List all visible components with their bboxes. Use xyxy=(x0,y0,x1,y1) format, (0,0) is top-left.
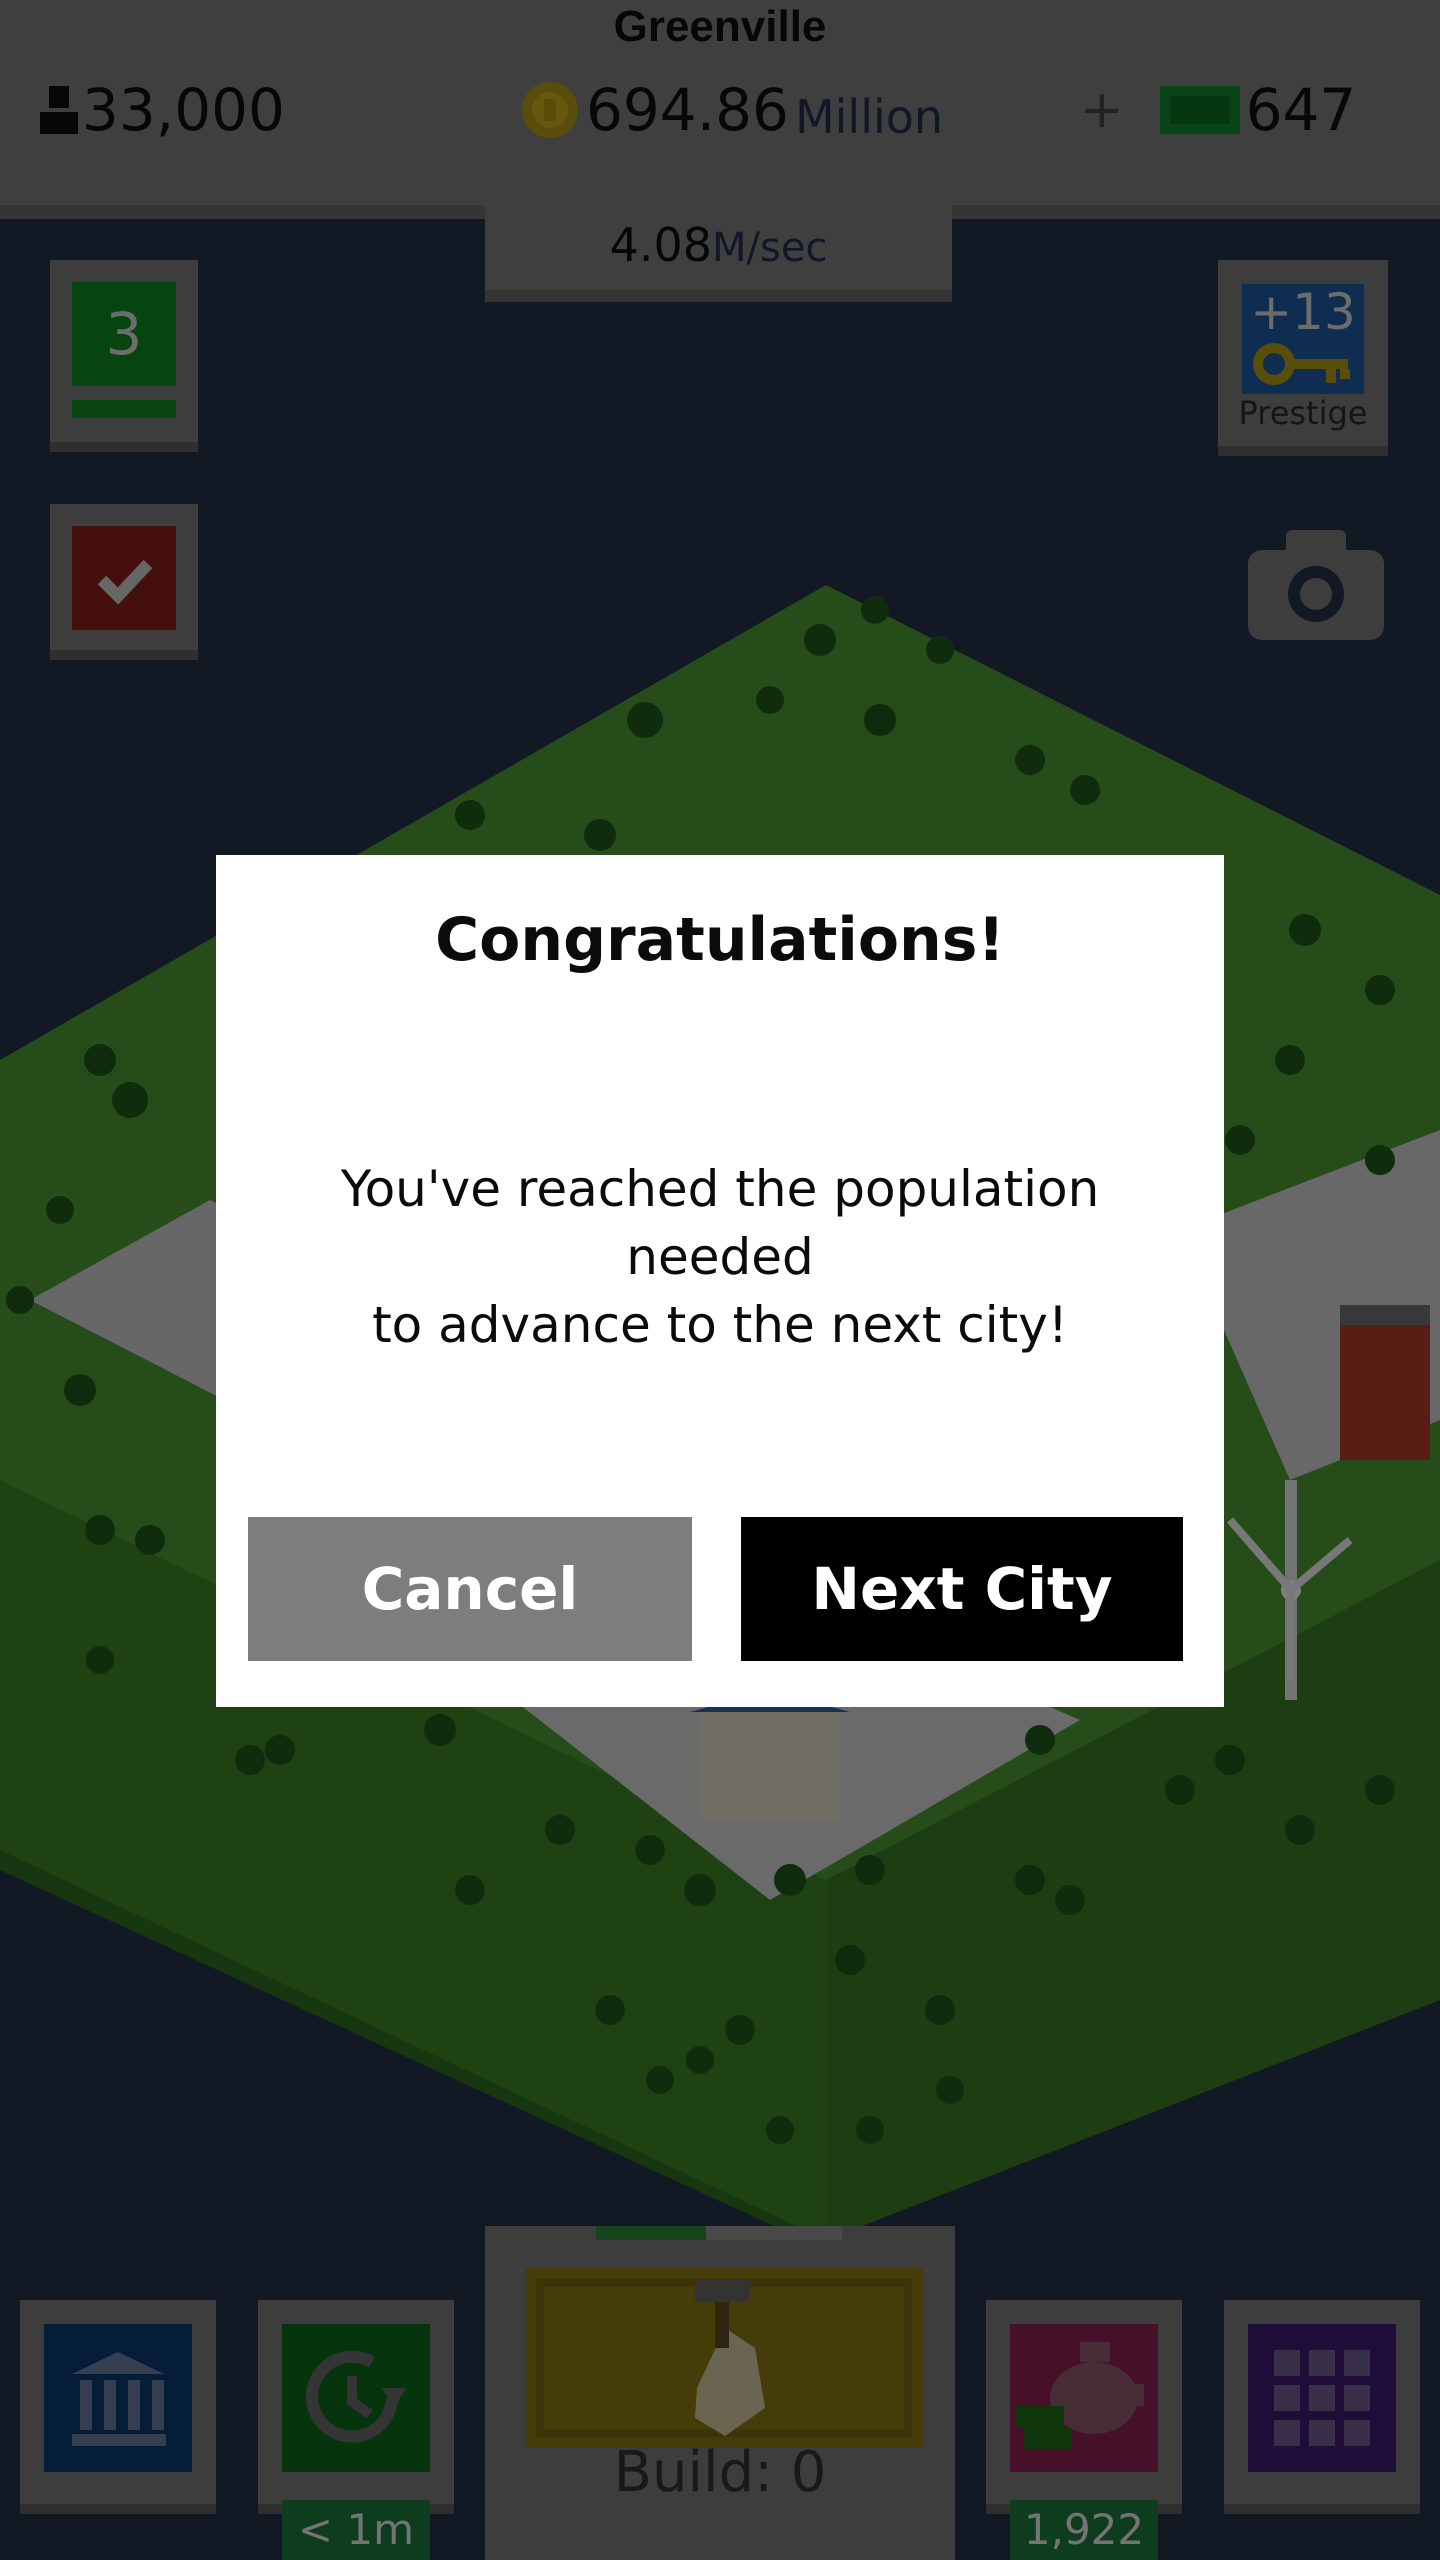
dialog-message-line1: You've reached the population needed xyxy=(340,1160,1100,1286)
cancel-button[interactable]: Cancel xyxy=(248,1517,692,1661)
congratulations-dialog: Congratulations! You've reached the popu… xyxy=(216,855,1224,1707)
dialog-title: Congratulations! xyxy=(435,905,1005,975)
next-city-button[interactable]: Next City xyxy=(741,1517,1183,1661)
dialog-message-line2: to advance to the next city! xyxy=(372,1296,1068,1354)
dialog-message: You've reached the population needed to … xyxy=(266,1155,1174,1359)
